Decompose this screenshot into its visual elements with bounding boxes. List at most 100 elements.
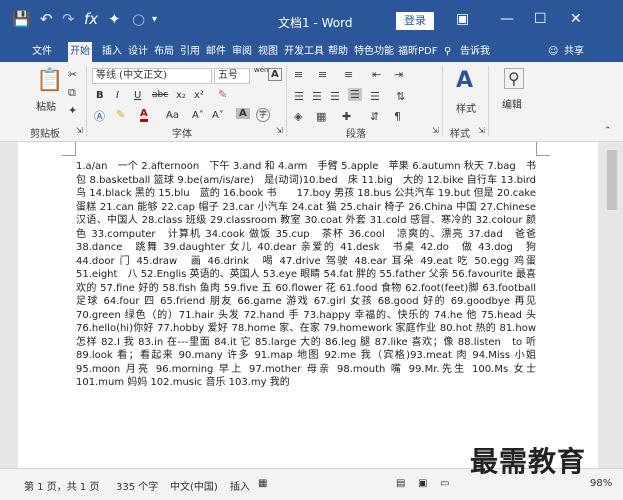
shrink-font-button[interactable]: A˅ bbox=[212, 110, 224, 121]
paste-button[interactable]: 粘贴 bbox=[36, 98, 56, 113]
paste-icon[interactable]: 📋 bbox=[36, 68, 63, 93]
tab-layout[interactable]: 布局 bbox=[152, 42, 176, 62]
ribbon: 📋 粘贴 ✂ ⧉ ✦ 剪贴板 ⇲ 等线 (中文正文) 五号 wén A B I … bbox=[0, 62, 623, 142]
char-shading-button[interactable]: A bbox=[236, 108, 250, 119]
chinese-layout-icon[interactable]: ✚ bbox=[342, 110, 351, 123]
paragraph-launcher-icon[interactable]: ⇲ bbox=[432, 126, 439, 135]
tell-me[interactable]: 告诉我 bbox=[458, 42, 492, 62]
bold-button[interactable]: B bbox=[96, 90, 104, 101]
bullets-icon[interactable]: ≡ bbox=[294, 68, 303, 81]
minimize-icon[interactable]: — bbox=[500, 11, 514, 27]
highlight-icon[interactable]: ✎ bbox=[116, 108, 125, 121]
distributed-icon[interactable]: ☰ bbox=[370, 90, 380, 103]
circle-icon[interactable]: ○ bbox=[132, 10, 145, 28]
undo-icon[interactable]: ↶ bbox=[40, 10, 53, 28]
clipboard-group-label: 剪贴板 bbox=[30, 129, 60, 140]
styles-icon[interactable]: A bbox=[456, 68, 473, 93]
lightbulb-icon[interactable]: ⚲ bbox=[442, 42, 453, 62]
tab-view[interactable]: 视图 bbox=[256, 42, 280, 62]
decrease-indent-icon[interactable]: ⇤ bbox=[372, 68, 381, 81]
scrollbar-thumb[interactable] bbox=[607, 150, 617, 210]
enclose-char-button[interactable]: 字 bbox=[256, 108, 270, 122]
margin-mark-left bbox=[62, 142, 76, 156]
underline-button[interactable]: U bbox=[134, 90, 141, 101]
font-name-select[interactable]: 等线 (中文正文) bbox=[92, 68, 212, 84]
insert-mode[interactable]: 插入 bbox=[230, 478, 250, 493]
tab-developer[interactable]: 开发工具 bbox=[282, 42, 326, 62]
language-indicator[interactable]: 中文(中国) bbox=[170, 478, 218, 493]
tab-mailings[interactable]: 邮件 bbox=[204, 42, 228, 62]
ribbon-tabs: 文件 开始 插入 设计 布局 引用 邮件 审阅 视图 开发工具 帮助 特色功能 … bbox=[0, 42, 623, 62]
title-bar: 💾 ↶ ↷ fx ✦ ○ ▾ 文档1 - Word 登录 ▣ — ☐ ✕ bbox=[0, 0, 623, 42]
styles-button[interactable]: 样式 bbox=[456, 100, 476, 115]
print-layout-icon[interactable]: ▣ bbox=[418, 478, 427, 489]
increase-indent-icon[interactable]: ⇥ bbox=[394, 68, 403, 81]
tab-features[interactable]: 特色功能 bbox=[352, 42, 396, 62]
web-layout-icon[interactable]: ▭ bbox=[440, 478, 449, 489]
text-effects-icon[interactable]: Ⓐ bbox=[94, 108, 105, 124]
align-left-icon[interactable]: ☰ bbox=[294, 90, 304, 103]
format-painter-icon[interactable]: ✦ bbox=[68, 104, 77, 117]
close-icon[interactable]: ✕ bbox=[570, 11, 582, 27]
show-marks-icon[interactable]: ¶ bbox=[394, 110, 401, 123]
tab-foxit-pdf[interactable]: 福昕PDF bbox=[396, 42, 439, 62]
tab-references[interactable]: 引用 bbox=[178, 42, 202, 62]
change-case-button[interactable]: Aa bbox=[166, 110, 179, 121]
tab-file[interactable]: 文件 bbox=[30, 42, 54, 62]
redo-icon[interactable]: ↷ bbox=[62, 10, 75, 28]
numbering-icon[interactable]: ≡ bbox=[318, 68, 327, 81]
zoom-level[interactable]: 98% bbox=[590, 478, 612, 489]
tab-insert[interactable]: 插入 bbox=[100, 42, 124, 62]
grow-font-button[interactable]: A˄ bbox=[192, 110, 204, 121]
justify-icon[interactable]: ☰ bbox=[348, 88, 362, 101]
macro-icon[interactable]: ▦ bbox=[258, 478, 267, 489]
document-area: 1.a/an 一个 2.afternoon 下午 3.and 和 4.arm 手… bbox=[0, 142, 623, 468]
cut-icon[interactable]: ✂ bbox=[68, 68, 77, 81]
clear-format-icon[interactable]: ✎ bbox=[218, 88, 227, 101]
maximize-icon[interactable]: ☐ bbox=[534, 11, 547, 27]
font-size-select[interactable]: 五号 bbox=[214, 68, 250, 84]
brush-icon[interactable]: ✦ bbox=[108, 10, 121, 28]
phonetic-guide-button[interactable]: wén bbox=[254, 66, 268, 74]
editing-button[interactable]: 编辑 bbox=[502, 96, 522, 111]
margin-mark-right bbox=[536, 142, 550, 156]
find-icon[interactable]: ⚲ bbox=[504, 68, 524, 89]
borders-icon[interactable]: ▦ bbox=[316, 110, 326, 123]
align-right-icon[interactable]: ☰ bbox=[330, 90, 340, 103]
line-spacing-icon[interactable]: ⇅ bbox=[396, 90, 405, 103]
clipboard-launcher-icon[interactable]: ⇲ bbox=[76, 126, 83, 135]
window-title: 文档1 - Word bbox=[278, 16, 353, 30]
tab-review[interactable]: 审阅 bbox=[230, 42, 254, 62]
char-border-button[interactable]: A bbox=[268, 68, 282, 81]
vertical-scrollbar[interactable] bbox=[602, 142, 623, 468]
styles-launcher-icon[interactable]: ⇲ bbox=[478, 126, 485, 135]
login-button[interactable]: 登录 bbox=[396, 12, 434, 30]
align-center-icon[interactable]: ☰ bbox=[312, 90, 322, 103]
font-launcher-icon[interactable]: ⇲ bbox=[276, 126, 283, 135]
read-mode-icon[interactable]: ▤ bbox=[396, 478, 405, 489]
word-count[interactable]: 335 个字 bbox=[116, 478, 158, 493]
share-button[interactable]: 共享 bbox=[562, 42, 586, 62]
shading-icon[interactable]: ◈ bbox=[294, 110, 302, 123]
tab-design[interactable]: 设计 bbox=[126, 42, 150, 62]
document-page[interactable]: 1.a/an 一个 2.afternoon 下午 3.and 和 4.arm 手… bbox=[18, 142, 598, 468]
paragraph-group-label: 段落 bbox=[346, 129, 366, 140]
strikethrough-button[interactable]: abc bbox=[152, 90, 168, 100]
sort-icon[interactable]: ⇵ bbox=[370, 110, 379, 123]
formula-icon[interactable]: fx bbox=[84, 10, 98, 28]
subscript-button[interactable]: x₂ bbox=[176, 90, 186, 101]
ribbon-display-icon[interactable]: ▣ bbox=[456, 11, 469, 27]
tab-help[interactable]: 帮助 bbox=[326, 42, 350, 62]
collapse-ribbon-icon[interactable]: ⌃ bbox=[604, 126, 612, 136]
copy-icon[interactable]: ⧉ bbox=[68, 86, 76, 100]
multilevel-list-icon[interactable]: ≡ bbox=[344, 68, 353, 81]
page-count[interactable]: 第 1 页，共 1 页 bbox=[24, 478, 99, 493]
document-text[interactable]: 1.a/an 一个 2.afternoon 下午 3.and 和 4.arm 手… bbox=[76, 160, 546, 390]
customize-icon[interactable]: ▾ bbox=[152, 14, 157, 25]
font-color-button[interactable]: A bbox=[140, 108, 148, 122]
italic-button[interactable]: I bbox=[116, 90, 119, 101]
share-icon[interactable]: ☺ bbox=[546, 42, 560, 62]
tab-home[interactable]: 开始 bbox=[68, 42, 92, 62]
superscript-button[interactable]: x² bbox=[194, 90, 204, 101]
save-icon[interactable]: 💾 bbox=[12, 10, 31, 28]
